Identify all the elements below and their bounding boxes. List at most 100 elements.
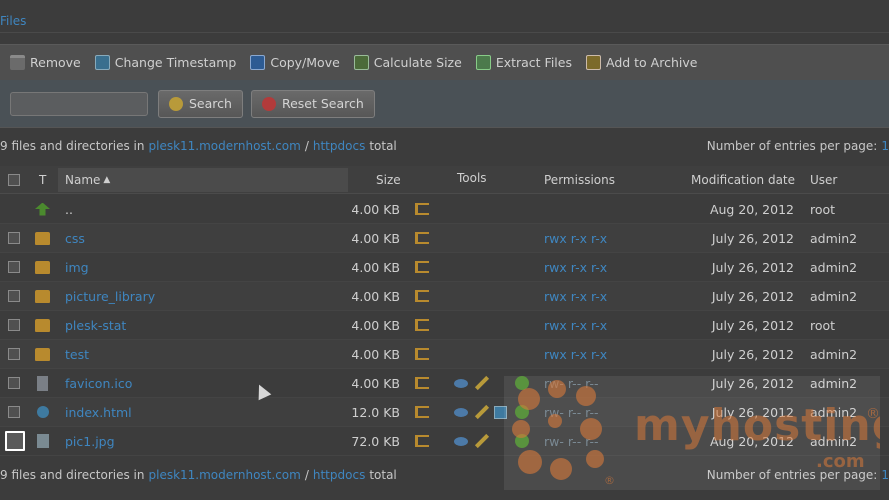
- image-file-icon: [37, 434, 49, 448]
- add-to-archive-button[interactable]: Add to Archive: [585, 55, 697, 70]
- logo-dot: [512, 420, 530, 438]
- extract-icon: [475, 55, 491, 70]
- logo-dot: [518, 388, 540, 410]
- file-toolbar: Remove Change Timestamp Copy/Move Calcul…: [0, 44, 889, 80]
- calculator-icon: [353, 55, 369, 70]
- view-icon[interactable]: [454, 378, 468, 388]
- html-file-icon: [37, 406, 49, 418]
- extract-files-button[interactable]: Extract Files: [475, 55, 572, 70]
- watermark-brand: myhosting: [634, 400, 880, 451]
- properties-icon[interactable]: [415, 261, 429, 273]
- properties-icon[interactable]: [415, 290, 429, 302]
- view-icon[interactable]: [454, 407, 468, 417]
- row-checkbox[interactable]: [8, 232, 20, 244]
- breadcrumb-files[interactable]: Files: [0, 14, 26, 28]
- header-permissions[interactable]: Permissions: [544, 173, 615, 187]
- file-name[interactable]: pic1.jpg: [65, 434, 115, 449]
- row-checkbox[interactable]: [8, 261, 20, 273]
- entries-per-page-link[interactable]: 1: [881, 468, 889, 482]
- watermark-registered-small: ®: [604, 474, 615, 487]
- header-name[interactable]: Name ▲: [58, 168, 348, 192]
- summary-top: 9 files and directories in plesk11.moder…: [0, 139, 889, 153]
- edit-pencil-icon[interactable]: [474, 404, 490, 420]
- watermark-logo: myhosting .com ® ®: [504, 376, 880, 490]
- row-checkbox[interactable]: [8, 377, 20, 389]
- logo-dot: [548, 414, 562, 428]
- header-user[interactable]: User: [810, 173, 837, 187]
- header-type[interactable]: T: [39, 173, 46, 187]
- file-name[interactable]: img: [65, 260, 89, 275]
- properties-icon[interactable]: [415, 319, 429, 331]
- domain-link[interactable]: plesk11.modernhost.com: [149, 468, 301, 482]
- file-name[interactable]: test: [65, 347, 89, 362]
- folder-icon: [35, 347, 50, 361]
- calculate-size-button[interactable]: Calculate Size: [353, 55, 462, 70]
- search-input[interactable]: [10, 91, 148, 116]
- permissions-link[interactable]: rwx r-x r-x: [544, 260, 607, 275]
- header-modification-date[interactable]: Modification date: [691, 173, 795, 187]
- row-checkbox[interactable]: [8, 290, 20, 302]
- file-name[interactable]: index.html: [65, 405, 132, 420]
- row-checkbox[interactable]: [8, 348, 20, 360]
- logo-dot: [580, 418, 602, 440]
- folder-link[interactable]: httpdocs: [313, 468, 365, 482]
- edit-pencil-icon[interactable]: [474, 433, 490, 449]
- permissions-link[interactable]: rwx r-x r-x: [544, 347, 607, 362]
- folder-icon: [35, 289, 50, 303]
- watermark-tld: .com: [816, 451, 865, 472]
- entries-per-page: Number of entries per page: 1: [706, 139, 889, 153]
- file-icon: [37, 375, 48, 391]
- file-name[interactable]: plesk-stat: [65, 318, 126, 333]
- file-name[interactable]: picture_library: [65, 289, 155, 304]
- table-row[interactable]: picture_library 4.00 KB rwx r-x r-x July…: [0, 282, 889, 311]
- parent-folder-icon: [35, 202, 50, 216]
- file-name[interactable]: css: [65, 231, 85, 246]
- logo-dot: [548, 380, 566, 398]
- broom-icon: [261, 96, 276, 111]
- select-all-checkbox[interactable]: [8, 174, 20, 186]
- timestamp-icon: [94, 55, 110, 70]
- folder-icon: [35, 260, 50, 274]
- logo-dot: [550, 458, 572, 480]
- folder-link[interactable]: httpdocs: [313, 139, 365, 153]
- divider: [0, 32, 889, 33]
- properties-icon[interactable]: [415, 377, 429, 389]
- table-row[interactable]: .. 4.00 KB Aug 20, 2012 root: [0, 195, 889, 224]
- trash-icon: [10, 55, 25, 70]
- table-row[interactable]: css 4.00 KB rwx r-x r-x July 26, 2012 ad…: [0, 224, 889, 253]
- header-size[interactable]: Size: [376, 173, 401, 187]
- logo-dot: [586, 450, 604, 468]
- view-icon[interactable]: [454, 436, 468, 446]
- row-checkbox[interactable]: [8, 319, 20, 331]
- search-icon: [169, 96, 183, 111]
- row-checkbox[interactable]: [8, 406, 20, 418]
- properties-icon[interactable]: [415, 406, 429, 418]
- file-name[interactable]: ..: [65, 202, 73, 217]
- edit-pencil-icon[interactable]: [474, 375, 490, 391]
- table-row[interactable]: test 4.00 KB rwx r-x r-x July 26, 2012 a…: [0, 340, 889, 369]
- watermark-registered: ®: [866, 406, 880, 422]
- table-row[interactable]: img 4.00 KB rwx r-x r-x July 26, 2012 ad…: [0, 253, 889, 282]
- logo-dot: [518, 450, 542, 474]
- search-button[interactable]: Search: [158, 89, 243, 118]
- permissions-link[interactable]: rwx r-x r-x: [544, 318, 607, 333]
- folder-icon: [35, 318, 50, 332]
- copy-move-button[interactable]: Copy/Move: [250, 55, 340, 70]
- file-name[interactable]: favicon.ico: [65, 376, 132, 391]
- row-checkbox-highlighted[interactable]: [5, 431, 25, 451]
- reset-search-button[interactable]: Reset Search: [250, 89, 375, 118]
- remove-button[interactable]: Remove: [10, 55, 81, 70]
- permissions-link[interactable]: rwx r-x r-x: [544, 231, 607, 246]
- breadcrumb[interactable]: Files: [0, 14, 26, 38]
- search-bar: Search Reset Search: [0, 80, 889, 128]
- change-timestamp-button[interactable]: Change Timestamp: [94, 55, 236, 70]
- domain-link[interactable]: plesk11.modernhost.com: [149, 139, 301, 153]
- properties-icon[interactable]: [415, 203, 429, 215]
- properties-icon[interactable]: [415, 348, 429, 360]
- properties-icon[interactable]: [415, 435, 429, 447]
- sort-asc-icon: ▲: [103, 175, 111, 185]
- properties-icon[interactable]: [415, 232, 429, 244]
- entries-per-page-link[interactable]: 1: [881, 139, 889, 153]
- table-row[interactable]: plesk-stat 4.00 KB rwx r-x r-x July 26, …: [0, 311, 889, 340]
- permissions-link[interactable]: rwx r-x r-x: [544, 289, 607, 304]
